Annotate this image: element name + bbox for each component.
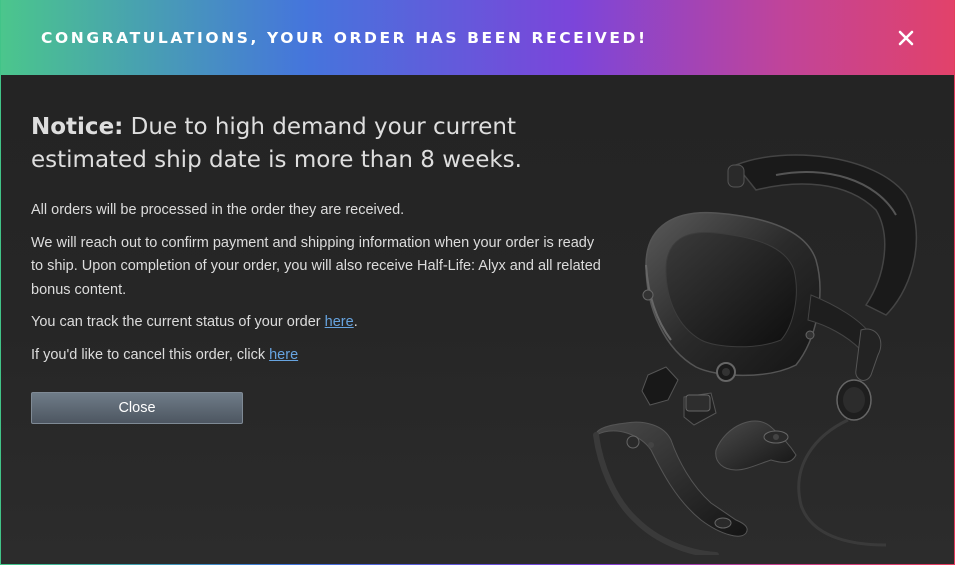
dialog-body: Notice: Due to high demand your current … — [1, 75, 954, 564]
payment-paragraph: We will reach out to confirm payment and… — [31, 234, 601, 298]
vr-headset-controllers-image — [593, 154, 918, 555]
cancel-order-link[interactable]: here — [269, 347, 298, 363]
track-order-link[interactable]: here — [325, 314, 354, 330]
cancel-text: If you'd like to cancel this order, clic… — [31, 346, 270, 363]
close-button[interactable]: Close — [31, 392, 243, 424]
track-suffix: . — [353, 314, 358, 330]
notice-label: Notice: — [31, 114, 124, 140]
cancel-paragraph: If you'd like to cancel this order, clic… — [31, 344, 601, 368]
dialog-title: CONGRATULATIONS, YOUR ORDER HAS BEEN REC… — [41, 28, 648, 47]
close-icon[interactable] — [896, 28, 916, 48]
dialog-content: Notice: Due to high demand your current … — [31, 111, 601, 424]
track-text: You can track the current status of your… — [31, 314, 325, 330]
processing-paragraph: All orders will be processed in the orde… — [31, 202, 405, 218]
dialog-header: CONGRATULATIONS, YOUR ORDER HAS BEEN REC… — [1, 0, 954, 75]
notice-heading: Notice: Due to high demand your current … — [31, 111, 551, 177]
track-paragraph: You can track the current status of your… — [31, 311, 601, 335]
order-dialog: CONGRATULATIONS, YOUR ORDER HAS BEEN REC… — [0, 0, 955, 565]
